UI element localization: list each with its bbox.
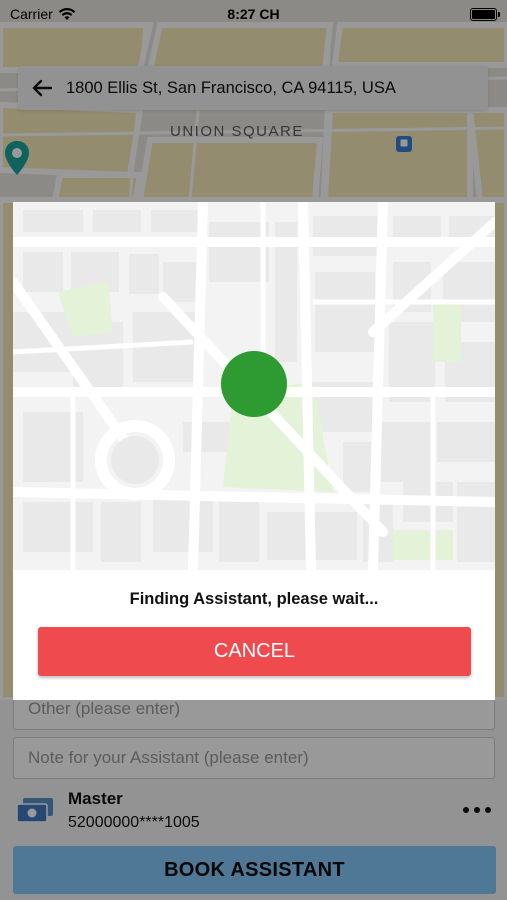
finding-assistant-text: Finding Assistant, please wait... <box>129 590 379 608</box>
cancel-button[interactable]: CANCEL <box>38 627 471 676</box>
searching-map <box>13 202 495 570</box>
finding-assistant-modal: Finding Assistant, please wait... CANCEL <box>13 202 495 700</box>
searching-dot <box>221 351 287 417</box>
